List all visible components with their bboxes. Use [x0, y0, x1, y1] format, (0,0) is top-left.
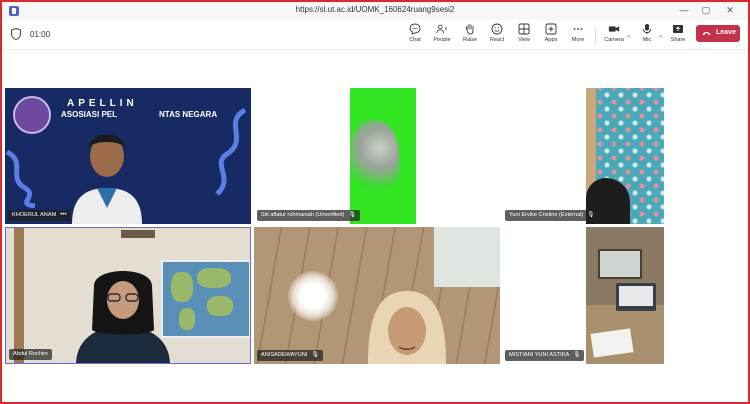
video-tile-khoerul[interactable]: APELLIN ASOSIASI PEL NTAS NEGARA KHOERUL … — [5, 88, 251, 224]
meeting-toolbar: 01:00 Chat 6 People Raise React View App… — [2, 20, 748, 50]
apps-button[interactable]: Apps — [536, 23, 566, 49]
maximize-button[interactable]: ▢ — [696, 4, 716, 17]
react-label: React — [489, 37, 505, 43]
banner-title: APELLIN — [67, 98, 138, 109]
react-button[interactable]: React — [482, 23, 512, 49]
mic-off-icon: 🎙 — [587, 212, 595, 218]
ceiling-lamp — [288, 271, 338, 321]
video-tile-mistiani[interactable] — [586, 227, 664, 364]
participant-name-tag: MISTIANI YUNI ASTIKA 🎙 — [505, 350, 585, 361]
shield-icon — [11, 28, 21, 40]
more-label: More — [571, 37, 585, 43]
chat-label: Chat — [409, 37, 421, 43]
view-button[interactable]: View — [509, 23, 539, 49]
mic-off-icon: 🎙 — [573, 352, 581, 358]
participant-name-tag: KHOERUL ANAM ••• — [8, 210, 71, 221]
window-light — [434, 227, 500, 287]
more-button[interactable]: More — [563, 23, 593, 49]
phone-hangup-icon — [702, 31, 711, 36]
video-tile-anisa[interactable]: ANISADEWAYUNI 🎙 — [254, 227, 500, 364]
meeting-timer: 01:00 — [30, 30, 51, 39]
share-icon — [673, 25, 683, 33]
toolbar-divider — [595, 27, 596, 45]
title-bar: https://sl.ut.ac.id/UOMK_160624ruang9ses… — [2, 2, 748, 20]
apps-icon — [545, 23, 557, 35]
people-button[interactable]: 6 People — [427, 23, 457, 49]
participant-name-tag: Siti aflatur rohmaniah (Unverified) 🎙 — [257, 210, 360, 221]
view-label: View — [518, 37, 530, 43]
wave-decoration — [215, 108, 247, 196]
apellin-logo — [13, 96, 51, 134]
camera-icon — [608, 26, 620, 32]
participant-video-anisa — [368, 291, 446, 364]
participant-name-tag: ANISADEWAYUNI 🎙 — [257, 350, 323, 361]
participant-video-siti — [351, 120, 399, 190]
video-tile-siti[interactable]: Siti aflatur rohmaniah (Unverified) 🎙 — [254, 88, 416, 224]
leave-button[interactable]: Leave — [696, 25, 740, 42]
raise-hand-button[interactable]: Raise — [455, 23, 485, 49]
raise-label: Raise — [462, 37, 478, 43]
chat-button[interactable]: Chat — [400, 23, 430, 49]
more-icon — [573, 28, 583, 30]
leave-label: Leave — [716, 29, 736, 36]
close-window-button[interactable]: ✕ — [720, 4, 740, 17]
smile-icon — [491, 23, 503, 35]
chat-icon — [409, 23, 421, 35]
window-view — [598, 249, 642, 279]
participant-video-khoerul — [72, 134, 142, 224]
video-tile-yuni[interactable] — [586, 88, 664, 224]
participant-name-tag: Abdul Rochim — [9, 349, 52, 360]
share-button[interactable]: Share — [663, 23, 693, 49]
svg-text:6: 6 — [445, 26, 448, 31]
apps-label: Apps — [544, 37, 558, 43]
url-text: https://sl.ut.ac.id/UOMK_160624ruang9ses… — [295, 5, 455, 14]
mic-icon — [643, 24, 651, 34]
grid-icon — [518, 23, 530, 35]
participant-name-tag: Yuni Ervike Cristine (External) 🎙 — [505, 210, 599, 221]
app-window: https://sl.ut.ac.id/UOMK_160624ruang9ses… — [0, 0, 750, 404]
more-options-icon[interactable]: ••• — [60, 210, 66, 221]
people-label: People — [433, 37, 451, 43]
wave-decoration — [5, 149, 36, 208]
door-frame — [14, 228, 24, 363]
minimize-button[interactable]: — — [674, 4, 694, 17]
people-icon: 6 — [436, 24, 448, 34]
mic-off-icon: 🎙 — [311, 352, 319, 358]
camera-options-chevron-icon[interactable]: ⌄ — [626, 32, 631, 39]
camera-label: Camera — [604, 37, 624, 43]
share-label: Share — [670, 37, 686, 43]
camera-button[interactable]: Camera — [599, 23, 629, 49]
mic-off-icon: 🎙 — [348, 212, 356, 218]
video-tile-abdul-active-speaker[interactable]: Abdul Rochim — [5, 227, 251, 364]
hand-icon — [465, 24, 474, 35]
participant-video-abdul — [76, 271, 170, 363]
wall-frame — [121, 230, 155, 238]
laptop — [616, 283, 656, 311]
